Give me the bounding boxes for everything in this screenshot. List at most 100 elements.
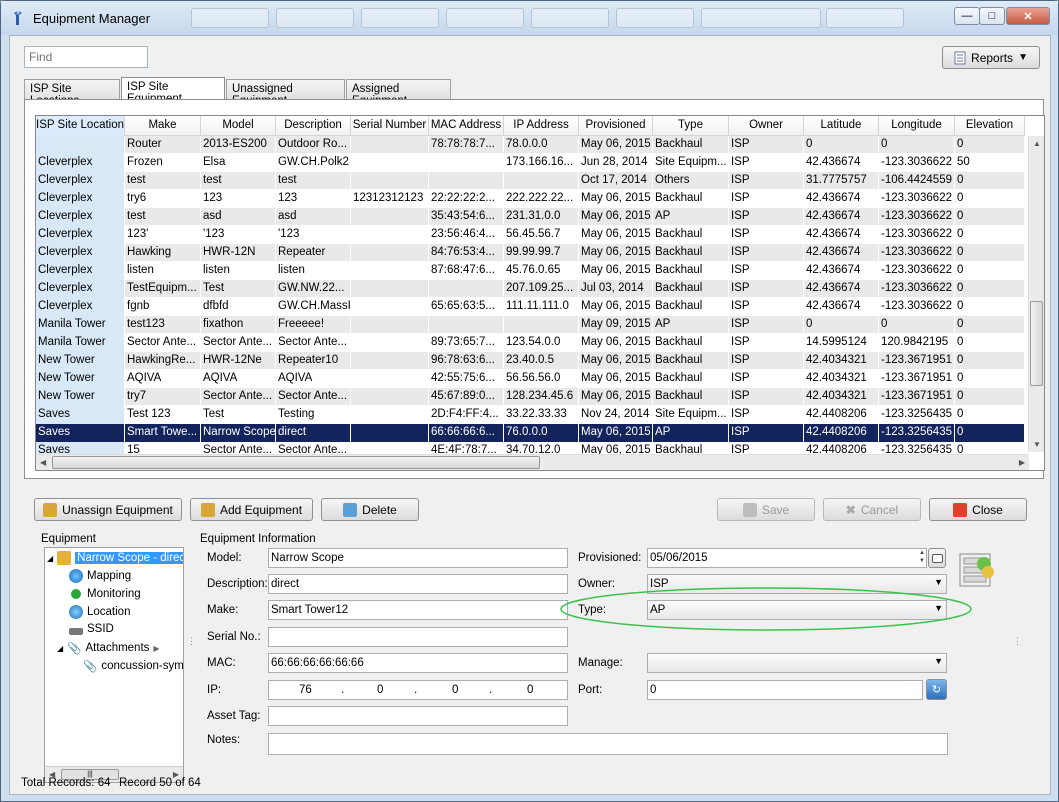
tree-node-attachments[interactable]: ◢ 📎 Attachments ▶ [57,641,160,655]
horizontal-scrollbar[interactable]: ◀ ▶ [36,454,1029,470]
save-button[interactable]: Save [717,498,815,521]
port-field[interactable]: 0 [647,680,923,700]
maximize-button[interactable]: □ [979,7,1005,25]
delete-button[interactable]: Delete [321,498,419,521]
splitter-grip[interactable]: ⋮ [187,636,196,647]
ip-field[interactable]: 76 . 0 . 0 . 0 [268,680,568,700]
table-cell: GW.CH.MassI [276,298,351,316]
scroll-down-icon[interactable]: ▼ [1033,440,1041,449]
model-field[interactable]: Narrow Scope [268,548,568,568]
manage-select[interactable]: ▼ [647,653,947,673]
table-row[interactable]: Saves Test 123 Test Testing 2D:F4:FF:4... 33.… [36,406,1025,424]
tree-node-mapping[interactable]: Mapping [69,569,131,583]
table-row[interactable]: Cleverplex Hawking HWR-12N Repeater 84:76:53… [36,244,1025,262]
table-cell: test [276,172,351,190]
table-row[interactable]: Saves Smart Towe... Narrow Scope direct 66:6… [36,424,1025,442]
scroll-right-icon[interactable]: ▶ [1019,458,1025,467]
table-cell: Site Equipm... [653,406,729,424]
tree-node-monitoring[interactable]: Monitoring [69,587,141,601]
tree-node-location[interactable]: Location [69,605,130,619]
column-header[interactable]: Owner [729,116,804,136]
column-header[interactable]: Description [276,116,351,136]
column-header[interactable]: Longitude [879,116,955,136]
mac-field[interactable]: 66:66:66:66:66:66 [268,653,568,673]
table-row[interactable]: New Tower HawkingRe... HWR-12Ne Repeater10 9… [36,352,1025,370]
equipment-info-label: Equipment Information [200,533,316,545]
tab-assigned-equipment[interactable]: Assigned Equipment [346,79,451,107]
table-cell: 123 [276,190,351,208]
tree-node-attachment-file[interactable]: 📎 concussion-sym [83,659,183,673]
table-row[interactable]: Router 2013-ES200 Outdoor Ro... 78:78:78:7.… [36,136,1025,154]
table-row[interactable]: Cleverplex Frozen Elsa GW.CH.Polk2 173.166.1… [36,154,1025,172]
reports-button[interactable]: Reports ▼ [942,46,1040,69]
table-cell: test [201,172,276,190]
serial-field[interactable] [268,627,568,647]
table-cell: ISP [729,208,804,226]
make-field[interactable]: Smart Tower12 [268,600,568,620]
table-cell: 123 [201,190,276,208]
table-row[interactable]: Cleverplex test test test Oct 17, 2014 Others… [36,172,1025,190]
equipment-grid[interactable]: ISP Site Location Make Model Description Ser… [35,115,1045,471]
description-field[interactable]: direct [268,574,568,594]
column-header[interactable]: Provisioned [579,116,653,136]
title-bar[interactable]: Equipment Manager — □ ✕ [1,1,1058,35]
column-header[interactable]: IP Address [504,116,579,136]
table-cell: Elsa [201,154,276,172]
provisioned-field[interactable]: 05/06/2015 ▲ ▼ [647,548,927,568]
tree-label-mapping: Mapping [87,570,132,582]
table-cell: 0 [955,370,1025,388]
column-header[interactable]: Model [201,116,276,136]
table-cell: May 06, 2015 [579,136,653,154]
table-row[interactable]: Cleverplex test asd asd 35:43:54:6... 231.31.… [36,208,1025,226]
column-header[interactable]: Latitude [804,116,879,136]
table-cell: Repeater [276,244,351,262]
table-row[interactable]: Cleverplex try6 123 123 12312312123 22:22:22:… [36,190,1025,208]
notes-field[interactable] [268,733,948,755]
column-header[interactable]: Type [653,116,729,136]
table-row[interactable]: New Tower AQIVA AQIVA AQIVA 42:55:75:6... 56.… [36,370,1025,388]
horizontal-scroll-thumb[interactable] [52,456,540,469]
table-row[interactable]: Cleverplex TestEquipm... Test GW.NW.22... 20… [36,280,1025,298]
tab-unassigned-equipment[interactable]: Unassigned Equipment [226,79,345,107]
ip-octet-2[interactable]: 0 [377,684,383,696]
close-window-button[interactable]: ✕ [1006,7,1050,25]
tree-root-node[interactable]: ◢ Narrow Scope - direct [47,551,183,565]
tree-node-ssid[interactable]: SSID [69,623,114,635]
ip-octet-4[interactable]: 0 [527,684,533,696]
calendar-button[interactable] [928,548,946,568]
date-spinner-icon[interactable]: ▲ ▼ [919,549,925,565]
vertical-scrollbar[interactable]: ▲ ▼ [1028,136,1044,452]
unassign-equipment-button[interactable]: Unassign Equipment [34,498,182,521]
scroll-up-icon[interactable]: ▲ [1033,139,1041,148]
tab-isp-site-locations[interactable]: ISP Site Locations [24,79,120,107]
column-header[interactable]: Elevation [955,116,1025,136]
find-input[interactable] [24,46,148,68]
table-row[interactable]: Manila Tower test123 fixathon Freeeee! May 0… [36,316,1025,334]
table-row[interactable]: New Tower try7 Sector Ante... Sector Ante..… [36,388,1025,406]
ip-octet-1[interactable]: 76 [299,684,312,696]
table-row[interactable]: Cleverplex listen listen listen 87:68:47:6..… [36,262,1025,280]
close-button[interactable]: Close [929,498,1027,521]
table-cell: Backhaul [653,262,729,280]
tab-isp-site-equipment[interactable]: ISP Site Equipment [121,77,225,105]
port-lookup-button[interactable]: ↻ [926,679,947,700]
table-row[interactable]: Manila Tower Sector Ante... Sector Ante...… [36,334,1025,352]
column-header[interactable]: Serial Number [351,116,429,136]
background-toolbar-ghost [701,8,821,28]
add-equipment-button[interactable]: Add Equipment [190,498,313,521]
column-header[interactable]: ISP Site Location [36,116,125,136]
table-row[interactable]: Cleverplex 123' '123'123 23:56:46:4... 56.45… [36,226,1025,244]
table-cell: 56.56.56.0 [504,370,579,388]
table-row[interactable]: Cleverplex fgnb dfbfd GW.CH.MassI 65:65:63:5… [36,298,1025,316]
equipment-tree[interactable]: ◢ Narrow Scope - direct Mapping Monitori… [44,547,184,783]
vertical-scroll-thumb[interactable] [1030,301,1043,386]
asset-tag-field[interactable] [268,706,568,726]
scroll-left-icon[interactable]: ◀ [40,458,46,467]
column-header[interactable]: Make [125,116,201,136]
ip-octet-3[interactable]: 0 [452,684,458,696]
table-cell: 0 [879,136,955,154]
minimize-button[interactable]: — [954,7,980,25]
cancel-button[interactable]: ✖ Cancel [823,498,921,521]
splitter-grip[interactable]: ⋮ [1013,636,1022,647]
column-header[interactable]: MAC Address [429,116,504,136]
